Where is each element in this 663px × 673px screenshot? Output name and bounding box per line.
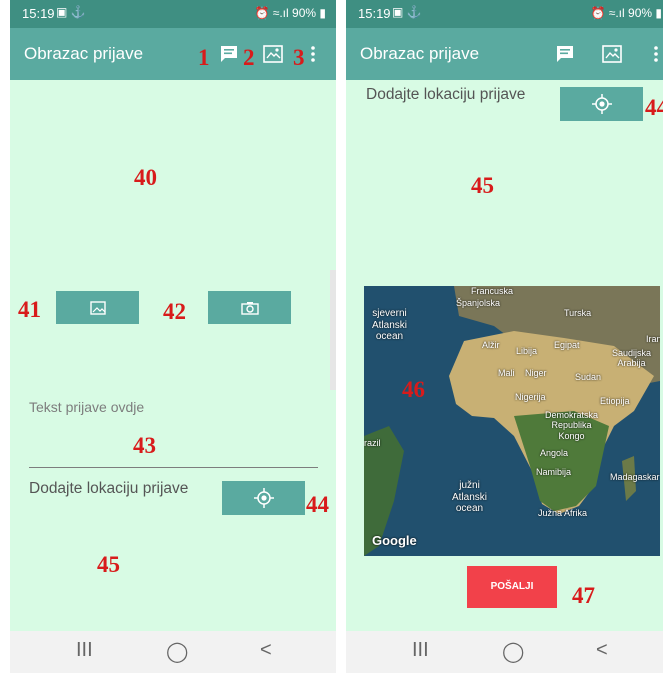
camera-icon bbox=[240, 301, 259, 315]
app-bar: Obrazac prijave bbox=[346, 28, 663, 80]
annotation-46: 46 bbox=[402, 377, 425, 402]
system-nav-bar: III ◯ < bbox=[346, 631, 663, 673]
battery-icon: ▮ bbox=[316, 6, 326, 20]
chat-icon[interactable] bbox=[219, 45, 239, 63]
map-label: Madagaskar bbox=[610, 472, 660, 482]
annotation-42: 42 bbox=[163, 299, 186, 324]
overflow-menu-icon[interactable] bbox=[309, 45, 317, 63]
annotation-41: 41 bbox=[18, 297, 41, 322]
text-input-underline bbox=[29, 467, 318, 468]
camera-button[interactable] bbox=[208, 291, 291, 324]
location-label: Dodajte lokaciju prijave bbox=[29, 480, 189, 497]
status-right: ⏰ ≈.ıl 90% ▮ bbox=[590, 6, 662, 20]
map-label: Demokratska Republika Kongo bbox=[545, 410, 599, 441]
gps-icon bbox=[253, 488, 274, 508]
battery-level: 90% bbox=[628, 6, 653, 20]
notification-icons: ▣ ⚓ bbox=[392, 5, 422, 19]
map-label: Mali bbox=[498, 368, 515, 378]
map-label: Angola bbox=[540, 448, 569, 458]
map-label: Turska bbox=[564, 308, 592, 318]
map-label: Francuska bbox=[471, 286, 514, 296]
system-nav-bar: III ◯ < bbox=[10, 631, 336, 673]
back-button[interactable]: < bbox=[260, 639, 272, 662]
google-logo: Google bbox=[372, 533, 417, 548]
map-label: Etiopija bbox=[600, 396, 630, 406]
report-text-input[interactable]: Tekst prijave ovdje bbox=[29, 399, 144, 415]
annotation-40: 40 bbox=[134, 165, 157, 190]
map-view[interactable]: Francuska Španjolska Turska sjeverni Atl… bbox=[364, 286, 660, 556]
location-label: Dodajte lokaciju prijave bbox=[366, 86, 526, 103]
signal-icon: ⏰ ≈.ıl bbox=[590, 6, 625, 20]
app-title: Obrazac prijave bbox=[24, 44, 144, 63]
map-label: Španjolska bbox=[456, 298, 501, 308]
home-button[interactable]: ◯ bbox=[166, 639, 188, 664]
annotation-47: 47 bbox=[572, 583, 595, 608]
map-terrain bbox=[364, 286, 660, 556]
map-label: Alžir bbox=[482, 340, 500, 350]
status-time: 15:19 bbox=[358, 6, 391, 21]
location-button[interactable] bbox=[560, 87, 643, 121]
map-icon[interactable] bbox=[602, 45, 622, 63]
status-bar: 15:19 ▣ ⚓ ⏰ ≈.ıl 90% ▮ bbox=[346, 0, 663, 28]
scroll-handle[interactable] bbox=[330, 270, 336, 390]
map-icon[interactable] bbox=[263, 45, 283, 63]
map-label: Libija bbox=[516, 346, 538, 356]
annotation-44: 44 bbox=[645, 95, 663, 120]
gallery-button[interactable] bbox=[56, 291, 139, 324]
signal-icon: ⏰ ≈.ıl bbox=[254, 6, 289, 20]
home-button[interactable]: ◯ bbox=[502, 639, 524, 664]
app-bar: Obrazac prijave 1 2 3 bbox=[10, 28, 336, 80]
map-label: Niger bbox=[525, 368, 547, 378]
map-label: Egipat bbox=[554, 340, 580, 350]
map-label: Saudijska Arabija bbox=[612, 348, 652, 369]
map-label: Nigerija bbox=[515, 392, 546, 402]
recents-button[interactable]: III bbox=[412, 639, 429, 662]
annotation-45: 45 bbox=[97, 552, 120, 577]
map-label: Južna Afrika bbox=[538, 508, 588, 518]
annotation-1: 1 bbox=[198, 45, 210, 70]
annotation-2: 2 bbox=[243, 45, 255, 70]
status-time: 15:19 bbox=[22, 6, 55, 21]
battery-level: 90% bbox=[292, 6, 317, 20]
battery-icon: ▮ bbox=[652, 6, 662, 20]
map-label: Sudan bbox=[575, 372, 602, 382]
notification-icons: ▣ ⚓ bbox=[56, 5, 86, 19]
recents-button[interactable]: III bbox=[76, 639, 93, 662]
annotation-3: 3 bbox=[293, 45, 305, 70]
back-button[interactable]: < bbox=[596, 639, 608, 662]
chat-icon[interactable] bbox=[555, 45, 575, 63]
send-button[interactable]: POŠALJI bbox=[467, 566, 557, 608]
app-title: Obrazac prijave bbox=[360, 44, 480, 63]
status-bar: 15:19 ▣ ⚓ ⏰ ≈.ıl 90% ▮ bbox=[10, 0, 336, 28]
form-screen-right: 15:19 ▣ ⚓ ⏰ ≈.ıl 90% ▮ Obrazac prijave D… bbox=[346, 0, 663, 673]
map-label: Namibija bbox=[536, 467, 572, 477]
annotation-44: 44 bbox=[306, 492, 329, 517]
gps-icon bbox=[591, 94, 612, 114]
map-label: sjeverni Atlanski ocean bbox=[372, 308, 408, 342]
map-label: južni Atlanski ocean bbox=[452, 480, 488, 514]
overflow-menu-icon[interactable] bbox=[652, 45, 660, 63]
annotation-45: 45 bbox=[471, 173, 494, 198]
image-icon bbox=[89, 300, 106, 315]
annotation-43: 43 bbox=[133, 433, 156, 458]
form-screen-left: 15:19 ▣ ⚓ ⏰ ≈.ıl 90% ▮ Obrazac prijave 1… bbox=[10, 0, 336, 673]
map-label: razil bbox=[364, 438, 381, 448]
status-right: ⏰ ≈.ıl 90% ▮ bbox=[254, 6, 326, 20]
map-label: Iran bbox=[646, 334, 660, 344]
location-button[interactable] bbox=[222, 481, 305, 515]
